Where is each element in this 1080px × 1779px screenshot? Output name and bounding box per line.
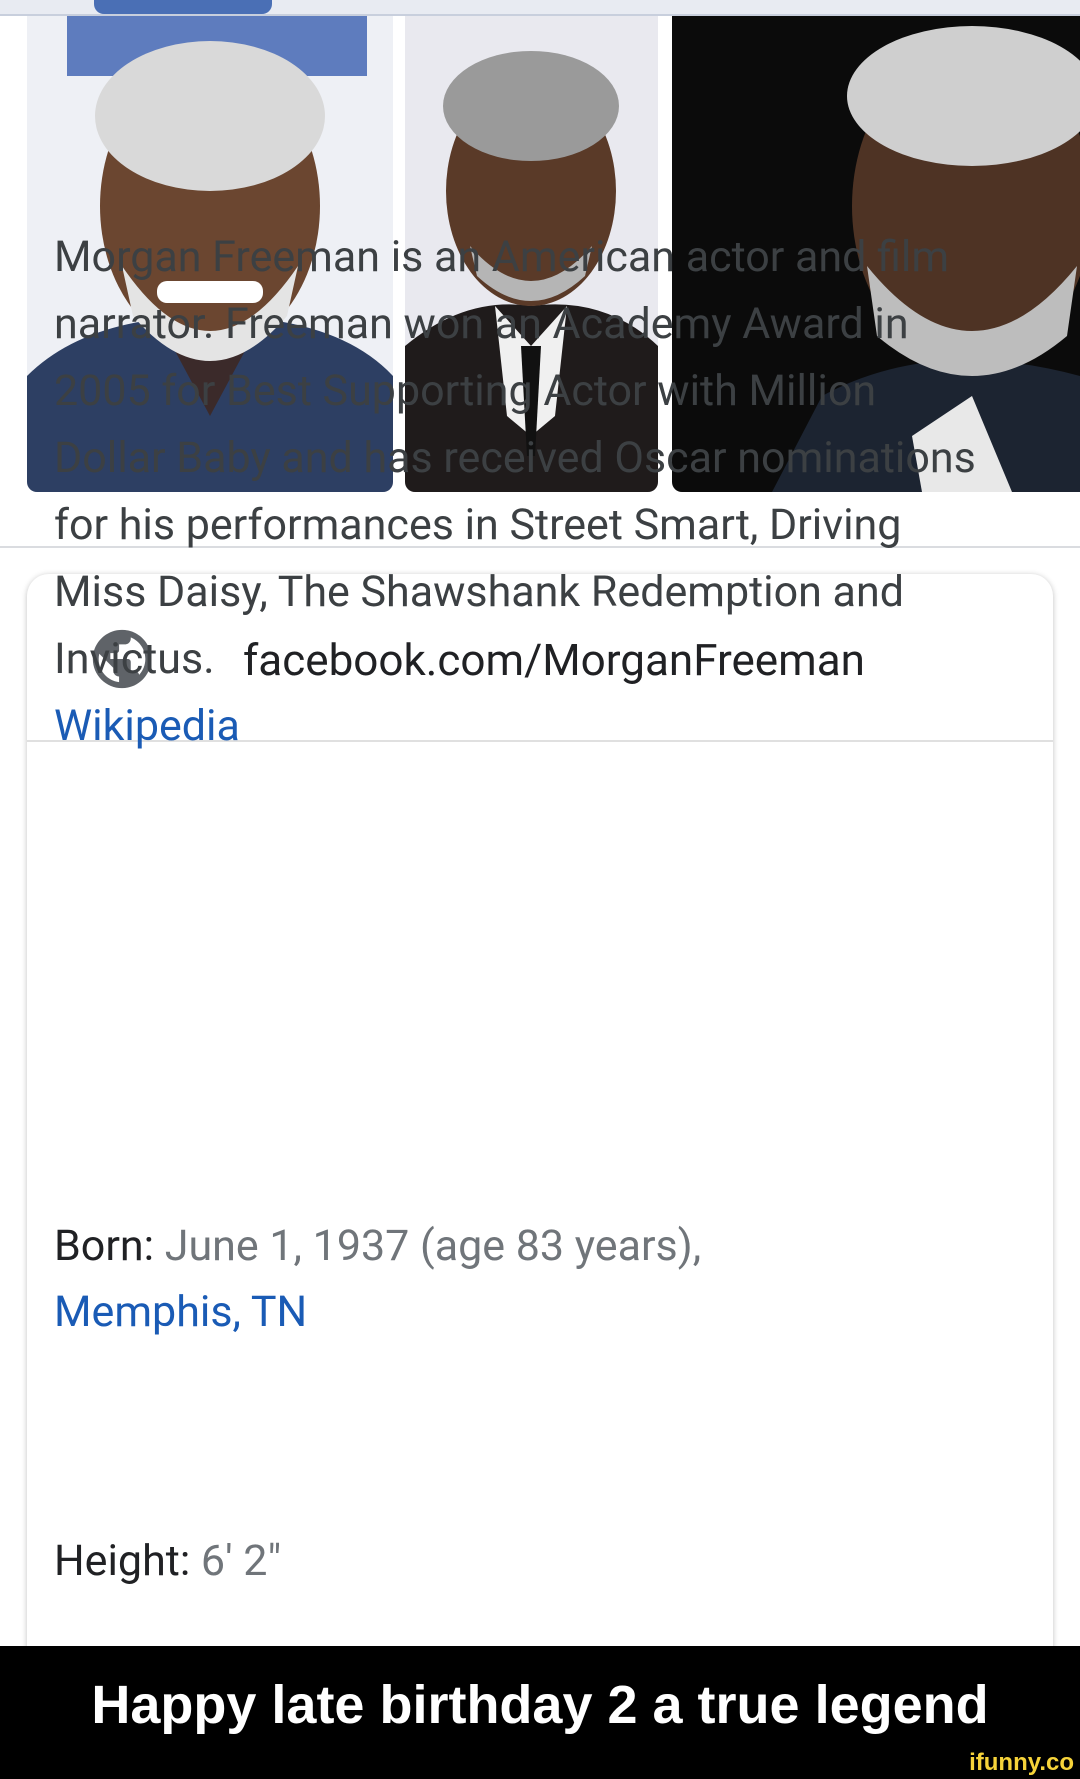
height-value: 6' 2" bbox=[200, 1536, 282, 1586]
meme-caption: Happy late birthday 2 a true legend bbox=[91, 1675, 989, 1735]
description-text: Morgan Freeman is an American actor and … bbox=[54, 224, 984, 760]
born-fact: Born: June 1, 1937 (age 83 years), Memph… bbox=[54, 1213, 984, 1345]
height-fact: Height: 6' 2" bbox=[54, 1528, 984, 1594]
ifunny-watermark: ifunny.co bbox=[969, 1749, 1074, 1776]
born-place-link[interactable]: Memphis, TN bbox=[54, 1287, 307, 1337]
wikipedia-link[interactable]: Wikipedia bbox=[54, 693, 984, 760]
description-body: Morgan Freeman is an American actor and … bbox=[54, 232, 976, 684]
born-value: June 1, 1937 (age 83 years), bbox=[164, 1221, 702, 1271]
born-label: Born: bbox=[54, 1221, 155, 1271]
top-tab bbox=[94, 0, 272, 14]
height-label: Height: bbox=[54, 1536, 191, 1586]
